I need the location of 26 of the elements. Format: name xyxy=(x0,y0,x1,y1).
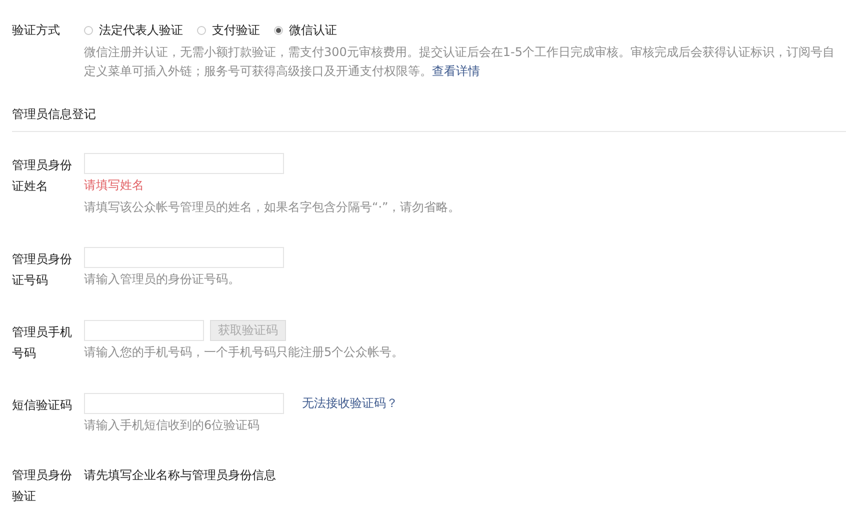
field-label: 验证方式 xyxy=(12,22,61,39)
input-field[interactable] xyxy=(84,153,284,174)
radio-indicator[interactable] xyxy=(84,26,93,35)
hint-text: 请填写该公众帐号管理员的姓名，如果名字包含分隔号“·”，请勿省略。 xyxy=(84,199,462,216)
section-title: 管理员信息登记 xyxy=(12,105,846,132)
input-field[interactable] xyxy=(84,247,284,268)
field-label: 管理员手机号码 xyxy=(12,324,73,362)
field-label: 管理员身份验证 xyxy=(12,467,73,505)
help-link[interactable]: 无法接收验证码？ xyxy=(302,395,398,412)
field-label: 管理员身份证号码 xyxy=(12,251,73,289)
hint-text: 请输入管理员的身份证号码。 xyxy=(84,271,241,288)
info-text: 请先填写企业名称与管理员身份信息 xyxy=(84,467,277,484)
radio-indicator[interactable] xyxy=(197,26,206,35)
radio-label[interactable]: 法定代表人验证 xyxy=(99,20,183,41)
field-label: 短信验证码 xyxy=(12,397,73,414)
description-text: 微信注册并认证，无需小额打款验证，需支付300元审核费用。提交认证后会在1-5个工作日完成审核。审核完成后会获得认证标识，订阅号自定义菜单可插入外链；服务号可获得高级接口及开通支付权限等。查看详情 xyxy=(84,44,836,80)
details-link[interactable]: 查看详情 xyxy=(432,64,480,78)
hint-text: 请输入您的手机号码，一个手机号码只能注册5个公众帐号。 xyxy=(84,344,405,361)
error-message: 请填写姓名 xyxy=(84,177,145,194)
input-field[interactable] xyxy=(84,320,204,341)
hint-text: 请输入手机短信收到的6位验证码 xyxy=(84,417,261,434)
radio-indicator[interactable] xyxy=(274,26,283,35)
input-field[interactable] xyxy=(84,393,284,414)
field-label: 管理员身份证姓名 xyxy=(12,157,73,195)
radio-label[interactable]: 支付验证 xyxy=(212,20,260,41)
radio-label[interactable]: 微信认证 xyxy=(289,20,337,41)
